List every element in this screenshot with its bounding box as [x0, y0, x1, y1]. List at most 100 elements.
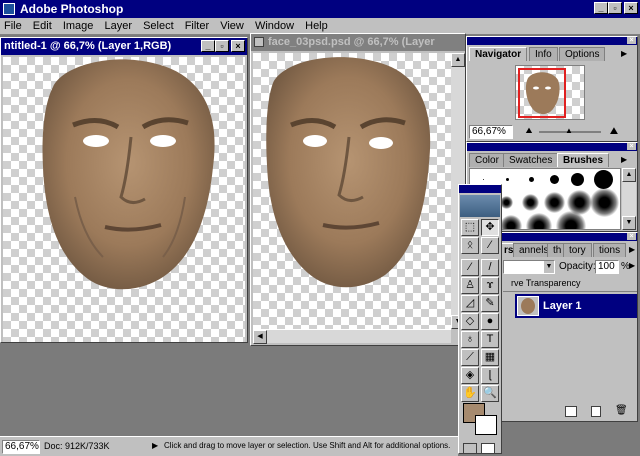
opacity-field[interactable]: 100 — [595, 260, 619, 274]
tab-color[interactable]: Color — [469, 153, 505, 167]
view-box[interactable] — [518, 68, 566, 118]
app-title: Adobe Photoshop — [20, 2, 124, 16]
palette-close-icon[interactable]: × — [627, 233, 636, 240]
palette-title-bar[interactable]: × — [467, 143, 637, 151]
menu-select[interactable]: Select — [139, 18, 178, 34]
doc-minimize-button[interactable]: _ — [201, 40, 215, 52]
hand-tool-button[interactable]: ✋ — [461, 385, 479, 402]
delete-layer-icon[interactable]: 🗑 — [615, 405, 628, 418]
menu-view[interactable]: View — [216, 18, 248, 34]
brush-9[interactable] — [550, 175, 559, 184]
layers-footer: 🗑 — [503, 405, 637, 419]
new-layer-mask-button[interactable] — [565, 406, 577, 417]
background-color-swatch[interactable] — [475, 415, 497, 435]
measure-tool-button[interactable]: ⟋ — [461, 349, 479, 366]
status-hint: Click and drag to move layer or selectio… — [164, 441, 451, 450]
brushes-scrollbar[interactable]: ▲ ▼ — [622, 168, 636, 230]
close-button[interactable]: × — [624, 2, 638, 14]
zoom-in-icon[interactable]: ⛰ — [607, 126, 621, 137]
tab-brushes[interactable]: Brushes — [557, 153, 610, 167]
eraser-tool-button[interactable]: ◿ — [461, 295, 479, 312]
type-tool-button[interactable]: T — [481, 331, 499, 348]
zoom-slider-thumb[interactable]: ▲ — [565, 126, 573, 136]
palette-menu-arrow-icon[interactable]: ▶ — [621, 49, 627, 58]
layer-visibility-icon[interactable] — [503, 294, 515, 318]
zoom-tool-button[interactable]: 🔍 — [481, 385, 499, 402]
brush-3[interactable] — [506, 178, 509, 181]
brush-soft-4[interactable] — [544, 192, 565, 213]
horizontal-scrollbar[interactable]: ◀ — [253, 329, 451, 344]
screen-mode-icon[interactable] — [481, 443, 495, 454]
tab-history[interactable]: tory — [563, 243, 592, 257]
doc-maximize-button[interactable]: ▫ — [215, 40, 229, 52]
brush-soft-9[interactable] — [526, 213, 552, 229]
app-title-bar: Adobe Photoshop _ ▫ × — [0, 0, 640, 18]
tab-actions[interactable]: tions — [593, 243, 627, 257]
toolbox-title-bar[interactable] — [459, 185, 501, 193]
scroll-left-button[interactable]: ◀ — [253, 330, 267, 344]
maximize-button[interactable]: ▫ — [608, 2, 622, 14]
lasso-tool-button[interactable]: ᛟ — [461, 237, 479, 254]
document-title-bar-inactive[interactable]: face_03psd.psd @ 66,7% (Layer — [251, 34, 465, 51]
palette-menu-arrow-icon[interactable]: ▶ — [621, 155, 627, 164]
doc-close-button[interactable]: × — [231, 40, 245, 52]
brush-soft-3[interactable] — [522, 194, 539, 211]
palette-close-icon[interactable]: × — [627, 143, 636, 150]
menu-window[interactable]: Window — [251, 18, 298, 34]
zoom-field[interactable]: 66,67% — [469, 125, 513, 139]
quick-mask-icon[interactable] — [463, 443, 477, 454]
scroll-up-button[interactable]: ▲ — [451, 53, 465, 67]
menu-file[interactable]: File — [0, 18, 26, 34]
paint-bucket-tool-button[interactable]: ◈ — [461, 367, 479, 384]
eyedropper-tool-button[interactable]: ɭ — [481, 367, 499, 384]
brush-19[interactable] — [594, 170, 613, 189]
blend-mode-select[interactable]: ▼ — [503, 260, 555, 274]
pen-tool-button[interactable]: ♁ — [461, 331, 479, 348]
palette-close-icon[interactable]: × — [627, 37, 636, 44]
scroll-up-button[interactable]: ▲ — [622, 168, 636, 182]
brush-soft-6[interactable] — [590, 188, 619, 217]
tab-info[interactable]: Info — [529, 47, 558, 61]
new-layer-button[interactable] — [591, 406, 601, 417]
minimize-button[interactable]: _ — [594, 2, 608, 14]
brush-1[interactable] — [483, 179, 484, 180]
opacity-arrow-icon[interactable]: ▶ — [629, 261, 635, 270]
menu-layer[interactable]: Layer — [100, 18, 136, 34]
status-arrow-icon[interactable]: ▶ — [152, 441, 158, 450]
rubber-stamp-tool-button[interactable]: ♙ — [461, 277, 479, 294]
paintbrush-tool-button[interactable]: / — [481, 259, 499, 276]
palette-menu-arrow-icon[interactable]: ▶ — [629, 245, 635, 254]
move-tool-button[interactable]: ✥ — [481, 219, 499, 236]
marquee-tool-button[interactable]: ⬚ — [461, 219, 479, 236]
canvas[interactable] — [3, 57, 245, 342]
menu-filter[interactable]: Filter — [181, 18, 213, 34]
palette-title-bar[interactable]: × — [501, 233, 637, 241]
dodge-tool-button[interactable]: ● — [481, 313, 499, 330]
history-brush-tool-button[interactable]: ɤ — [481, 277, 499, 294]
navigator-preview — [469, 62, 635, 122]
preserve-transparency-row[interactable]: rve Transparency — [503, 278, 637, 290]
canvas[interactable] — [253, 53, 451, 329]
layer-row[interactable]: Layer 1 — [503, 294, 637, 318]
menu-edit[interactable]: Edit — [29, 18, 56, 34]
document-title-bar[interactable]: ntitled-1 @ 66,7% (Layer 1,RGB) _ ▫ × — [1, 38, 247, 55]
gradient-tool-button[interactable]: ▦ — [481, 349, 499, 366]
blur-tool-button[interactable]: ◇ — [461, 313, 479, 330]
tab-swatches[interactable]: Swatches — [503, 153, 559, 167]
menu-help[interactable]: Help — [301, 18, 332, 34]
pencil-tool-button[interactable]: ✎ — [481, 295, 499, 312]
airbrush-tool-button[interactable]: ⁄ — [461, 259, 479, 276]
magic-wand-tool-button[interactable]: ⁄ — [481, 237, 499, 254]
brush-5[interactable] — [529, 177, 534, 182]
menu-image[interactable]: Image — [59, 18, 98, 34]
brush-13[interactable] — [571, 173, 584, 186]
zoom-out-icon[interactable]: ⛰ — [523, 126, 535, 136]
status-zoom-field[interactable]: 66,67% — [2, 440, 40, 454]
face-image — [42, 59, 215, 290]
tab-navigator[interactable]: Navigator — [469, 47, 528, 61]
scroll-down-button[interactable]: ▼ — [622, 216, 636, 230]
brush-soft-8[interactable] — [500, 215, 522, 229]
tab-options[interactable]: Options — [559, 47, 606, 61]
layer-name: Layer 1 — [543, 300, 582, 312]
palette-title-bar[interactable]: × — [467, 37, 637, 45]
